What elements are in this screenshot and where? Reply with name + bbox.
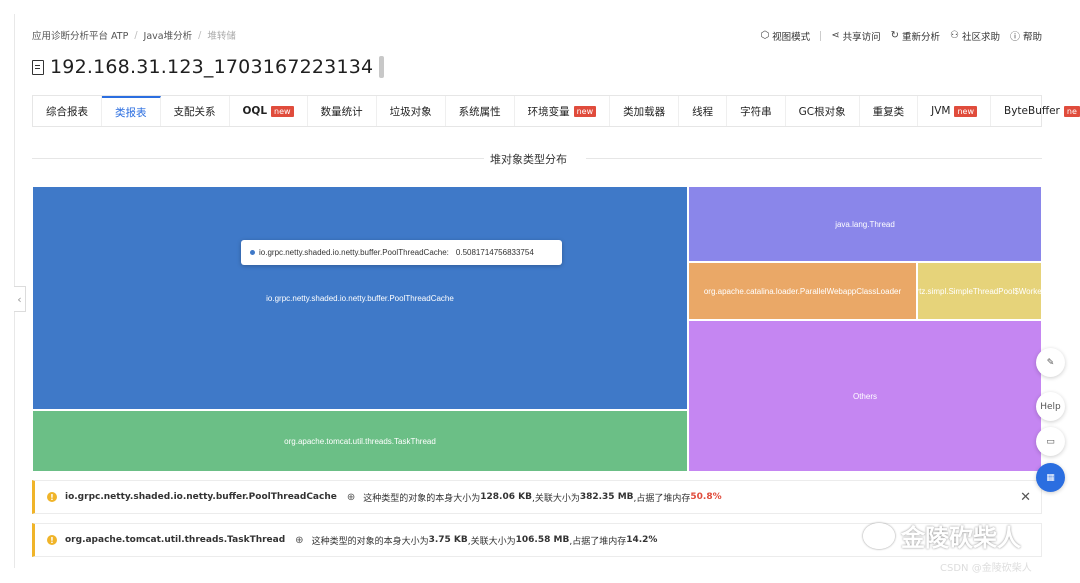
reanalyze-button[interactable]: ↻ 重新分析 bbox=[891, 29, 940, 43]
breadcrumb-item[interactable]: 应用诊断分析平台 ATP bbox=[32, 28, 128, 42]
edit-button[interactable]: ✎ bbox=[1036, 348, 1065, 377]
treemap-cell[interactable]: org.apache.tomcat.util.threads.TaskThrea… bbox=[32, 410, 688, 472]
tab-线程[interactable]: 线程 bbox=[679, 96, 728, 126]
tab-oql[interactable]: OQL new bbox=[230, 96, 308, 126]
heap-percent: 14.2% bbox=[626, 535, 658, 545]
treemap-tooltip: io.grpc.netty.shaded.io.netty.buffer.Poo… bbox=[241, 240, 562, 265]
tab-gc根对象[interactable]: GC根对象 bbox=[786, 96, 860, 126]
cube-icon: ⬡ bbox=[760, 30, 770, 41]
new-badge: new bbox=[271, 105, 294, 117]
divider bbox=[820, 30, 822, 41]
chat-icon: ▭ bbox=[1046, 436, 1055, 447]
help-button[interactable]: ⓘ 帮助 bbox=[1009, 28, 1042, 44]
tab-综合报表[interactable]: 综合报表 bbox=[33, 96, 102, 126]
watermark: 金陵砍柴人 bbox=[863, 518, 1021, 553]
community-help-button[interactable]: ⚇ 社区求助 bbox=[950, 29, 1000, 43]
tooltip-label: io.grpc.netty.shaded.io.netty.buffer.Poo… bbox=[259, 248, 449, 257]
series-dot bbox=[250, 250, 255, 255]
class-alert: ! io.grpc.netty.shaded.io.netty.buffer.P… bbox=[32, 480, 1042, 514]
header-actions: ⬡ 视图模式 ⋖ 共享访问 ↻ 重新分析 ⚇ 社区求助 ⓘ 帮助 bbox=[760, 28, 1042, 43]
warning-icon: ! bbox=[47, 535, 57, 545]
treemap-cell[interactable]: java.lang.Thread bbox=[688, 186, 1042, 262]
treemap-cell[interactable]: org.quartz.simpl.SimpleThreadPool$Worker… bbox=[917, 262, 1042, 320]
treemap-chart: io.grpc.netty.shaded.io.netty.buffer.Poo… bbox=[32, 186, 1042, 472]
breadcrumb-separator: / bbox=[134, 29, 138, 41]
breadcrumb-separator: / bbox=[198, 29, 202, 41]
csdn-watermark: CSDN @金陵砍柴人 bbox=[940, 563, 1032, 574]
user-add-icon: ⚇ bbox=[950, 30, 959, 41]
wechat-logo-icon bbox=[863, 522, 895, 549]
breadcrumb-current: 堆转储 bbox=[207, 31, 236, 42]
question-icon: ⓘ bbox=[1009, 32, 1020, 43]
warning-icon: ! bbox=[47, 492, 57, 502]
section-divider bbox=[586, 158, 1042, 159]
treemap-cell[interactable]: io.grpc.netty.shaded.io.netty.buffer.Poo… bbox=[32, 186, 688, 410]
view-mode-button[interactable]: ⬡ 视图模式 bbox=[760, 29, 810, 43]
treemap-cell[interactable]: Others bbox=[688, 320, 1042, 472]
breadcrumb: 应用诊断分析平台 ATP / Java堆分析 / 堆转储 bbox=[32, 28, 236, 43]
page-title-text: 192.168.31.123_1703167223134 bbox=[50, 56, 374, 78]
heap-percent: 50.8% bbox=[690, 492, 722, 502]
tab-类加载器[interactable]: 类加载器 bbox=[610, 96, 680, 126]
help-fab[interactable]: Help bbox=[1036, 392, 1065, 421]
feedback-button[interactable]: ▭ bbox=[1036, 427, 1065, 456]
tab-类报表[interactable]: 类报表 bbox=[102, 96, 161, 126]
text-cursor bbox=[379, 56, 385, 78]
pencil-icon: ✎ bbox=[1046, 357, 1055, 368]
breadcrumb-item[interactable]: Java堆分析 bbox=[144, 28, 193, 42]
alert-class-name: io.grpc.netty.shaded.io.netty.buffer.Poo… bbox=[65, 492, 337, 502]
zoom-in-icon[interactable]: ⊕ bbox=[295, 535, 303, 546]
tab-系统属性[interactable]: 系统属性 bbox=[446, 96, 515, 126]
apps-button[interactable]: ▦ bbox=[1036, 463, 1065, 492]
share-icon: ⋖ bbox=[831, 30, 840, 41]
tab-bar: 综合报表 类报表 支配关系 OQL new 数量统计 垃圾对象 系统属性 环境变量… bbox=[32, 95, 1080, 127]
tab-数量统计[interactable]: 数量统计 bbox=[308, 96, 377, 126]
section-title: 堆对象类型分布 bbox=[490, 153, 567, 166]
new-badge: ne bbox=[1063, 105, 1080, 117]
tab-字符串[interactable]: 字符串 bbox=[727, 96, 786, 126]
grid-icon: ▦ bbox=[1046, 472, 1055, 483]
tab-bytebuffer[interactable]: ByteBuffer ne bbox=[991, 96, 1080, 126]
refresh-icon: ↻ bbox=[890, 30, 899, 41]
zoom-in-icon[interactable]: ⊕ bbox=[347, 492, 355, 503]
tab-环境变量[interactable]: 环境变量 new bbox=[515, 96, 611, 126]
section-divider bbox=[32, 158, 484, 159]
share-button[interactable]: ⋖ 共享访问 bbox=[831, 29, 880, 43]
chevron-left-icon: ‹ bbox=[17, 292, 22, 306]
tab-重复类[interactable]: 重复类 bbox=[860, 96, 919, 126]
close-icon[interactable]: ✕ bbox=[1020, 490, 1031, 505]
new-badge: new bbox=[954, 105, 977, 117]
document-icon bbox=[32, 59, 44, 75]
treemap-cell[interactable]: org.apache.catalina.loader.ParallelWebap… bbox=[688, 262, 917, 320]
new-badge: new bbox=[573, 105, 597, 117]
tab-垃圾对象[interactable]: 垃圾对象 bbox=[377, 96, 446, 126]
tooltip-value: 0.5081714756833754 bbox=[455, 248, 534, 257]
collapse-rail[interactable]: ‹ bbox=[14, 286, 26, 312]
alert-class-name: org.apache.tomcat.util.threads.TaskThrea… bbox=[65, 535, 286, 545]
tab-支配关系[interactable]: 支配关系 bbox=[161, 96, 230, 126]
page-title: 192.168.31.123_1703167223134 bbox=[32, 56, 385, 78]
tab-jvm[interactable]: JVM new bbox=[918, 96, 991, 126]
